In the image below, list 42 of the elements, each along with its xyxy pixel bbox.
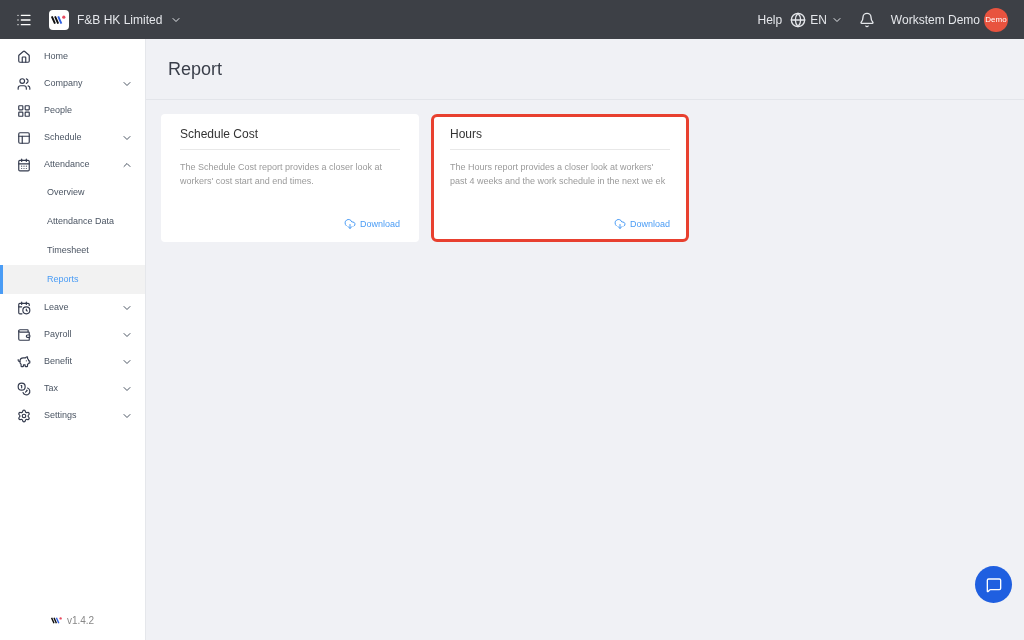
sidebar-item[interactable]: Benefit xyxy=(0,348,145,375)
card-description: The Schedule Cost report provides a closer look at workers' cost start and end times. xyxy=(180,161,384,188)
logo-icon xyxy=(51,13,67,26)
card-description: The Hours report provides a closer look at workers' past 4 weeks and the work schedule in the next we ek xyxy=(450,161,667,188)
cloud-download-icon xyxy=(613,218,626,231)
wallet-icon xyxy=(17,327,31,342)
piggy-bank-icon xyxy=(17,354,31,369)
settings-icon xyxy=(17,408,31,423)
sidebar-item[interactable]: Payroll xyxy=(0,321,145,348)
sidebar-subitem[interactable]: Attendance Data xyxy=(0,207,145,236)
sidebar-item[interactable]: People xyxy=(0,97,145,124)
sidebar-item[interactable]: Settings xyxy=(0,402,145,429)
help-link[interactable]: Help xyxy=(757,10,783,29)
home-icon xyxy=(17,49,31,64)
logo-icon xyxy=(50,616,63,625)
sidebar-subitem[interactable]: Overview xyxy=(0,178,145,207)
sidebar-item[interactable]: Home xyxy=(0,43,145,70)
grid-icon xyxy=(17,103,31,118)
sidebar-item[interactable]: Tax xyxy=(0,375,145,402)
company-selector[interactable]: F&B HK Limited xyxy=(77,10,183,29)
card-title: Hours xyxy=(450,125,670,150)
chat-icon xyxy=(985,576,1002,593)
user-avatar[interactable]: Demo xyxy=(984,7,1008,32)
sidebar-item[interactable]: Company xyxy=(0,70,145,97)
globe-icon xyxy=(790,11,807,28)
calendar-clock-icon xyxy=(17,300,31,315)
calendar-icon xyxy=(17,157,31,172)
user-name[interactable]: Workstem Demo xyxy=(890,10,980,29)
sidebar-item[interactable]: Leave xyxy=(0,294,145,321)
notification-icon[interactable] xyxy=(858,11,875,28)
card-title: Schedule Cost xyxy=(180,125,400,150)
language-selector[interactable]: EN xyxy=(790,10,843,29)
layout-icon xyxy=(17,130,31,145)
page-title: Report xyxy=(168,57,223,81)
chat-button[interactable] xyxy=(975,566,1012,603)
coins-icon xyxy=(17,381,31,396)
people-icon xyxy=(17,76,31,91)
cloud-download-icon xyxy=(343,218,356,231)
sidebar-subitem[interactable]: Timesheet xyxy=(0,236,145,265)
version-text: v1.4.2 xyxy=(66,614,95,628)
sidebar-item[interactable]: Attendance xyxy=(0,151,145,178)
sidebar-item[interactable]: Schedule xyxy=(0,124,145,151)
